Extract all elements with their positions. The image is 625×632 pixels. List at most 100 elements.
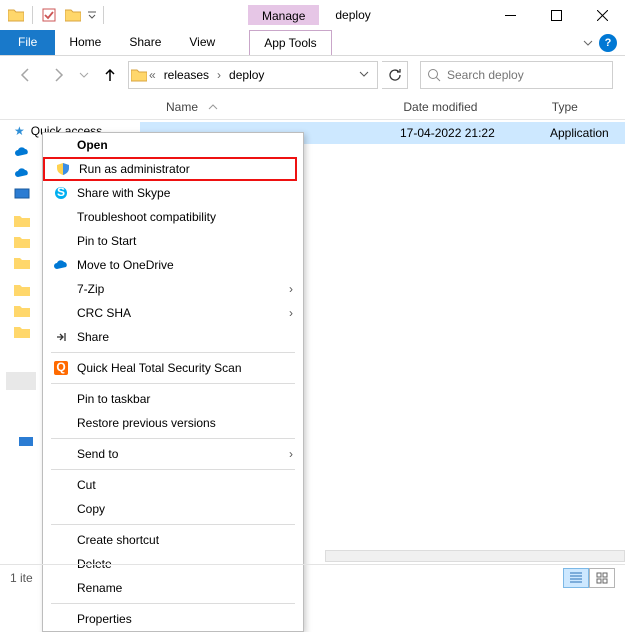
new-folder-icon[interactable] (61, 4, 85, 26)
breadcrumb-releases[interactable]: releases (158, 68, 215, 82)
menu-troubleshoot[interactable]: Troubleshoot compatibility (43, 205, 303, 229)
item-count: 1 ite (10, 571, 33, 585)
menu-crc-sha[interactable]: CRC SHA› (43, 301, 303, 325)
chevron-right-icon: › (289, 306, 293, 320)
network-icon (18, 436, 34, 448)
nav-item[interactable] (12, 279, 40, 300)
folder-icon (14, 214, 30, 228)
onedrive-icon (14, 167, 30, 179)
column-name-label: Name (166, 100, 198, 114)
back-button[interactable] (12, 61, 40, 89)
tab-share[interactable]: Share (115, 30, 175, 55)
ribbon-tabs: File Home Share View App Tools ? (0, 30, 625, 56)
details-view-button[interactable] (563, 568, 589, 588)
column-type[interactable]: Type (546, 100, 625, 114)
properties-icon[interactable] (37, 4, 61, 26)
folder-icon (131, 68, 147, 82)
folder-icon (14, 304, 30, 318)
minimize-button[interactable] (487, 0, 533, 30)
menu-quickheal[interactable]: Q Quick Heal Total Security Scan (43, 356, 303, 380)
quickheal-icon: Q (51, 361, 71, 375)
file-type: Application (550, 126, 609, 140)
folder-icon (14, 256, 30, 270)
nav-item[interactable] (12, 231, 40, 252)
tab-view[interactable]: View (175, 30, 229, 55)
monitor-icon (14, 188, 30, 200)
menu-restore[interactable]: Restore previous versions (43, 411, 303, 435)
nav-item[interactable] (12, 321, 40, 342)
onedrive-icon (51, 259, 71, 271)
view-mode-switcher (563, 568, 615, 588)
menu-pin-taskbar[interactable]: Pin to taskbar (43, 387, 303, 411)
nav-item[interactable] (12, 300, 40, 321)
divider (32, 6, 33, 24)
manage-tab-header[interactable]: Manage (248, 5, 319, 25)
menu-pin-start[interactable]: Pin to Start (43, 229, 303, 253)
svg-text:S: S (57, 186, 65, 199)
menu-onedrive[interactable]: Move to OneDrive (43, 253, 303, 277)
address-bar[interactable]: « releases › deploy (128, 61, 378, 89)
close-button[interactable] (579, 0, 625, 30)
nav-item[interactable] (18, 436, 34, 451)
nav-item[interactable] (12, 210, 40, 231)
menu-separator (51, 469, 295, 470)
column-name[interactable]: Name (160, 100, 397, 114)
menu-run-as-administrator[interactable]: Run as administrator (43, 157, 297, 181)
chevron-down-icon[interactable] (583, 38, 593, 48)
file-date: 17-04-2022 21:22 (400, 126, 550, 140)
folder-icon[interactable] (4, 4, 28, 26)
menu-separator (51, 383, 295, 384)
column-date[interactable]: Date modified (397, 100, 545, 114)
sort-indicator-icon (208, 102, 218, 112)
chevron-right-icon: › (289, 282, 293, 296)
breadcrumb-deploy[interactable]: deploy (223, 68, 270, 82)
window-controls (487, 0, 625, 30)
nav-item[interactable] (12, 252, 40, 273)
menu-separator (51, 352, 295, 353)
up-button[interactable] (96, 61, 124, 89)
tab-file[interactable]: File (0, 30, 55, 55)
menu-7zip[interactable]: 7-Zip› (43, 277, 303, 301)
help-button[interactable]: ? (599, 34, 617, 52)
quick-access-toolbar (0, 4, 99, 26)
nav-item[interactable] (12, 162, 40, 183)
window-title: deploy (319, 8, 370, 22)
menu-separator (51, 603, 295, 604)
horizontal-scrollbar[interactable] (325, 550, 625, 562)
tab-home[interactable]: Home (55, 30, 115, 55)
tab-app-tools[interactable]: App Tools (249, 30, 331, 55)
svg-text:Q: Q (56, 361, 65, 374)
qat-dropdown[interactable] (85, 4, 99, 26)
nav-item[interactable] (12, 141, 40, 162)
maximize-button[interactable] (533, 0, 579, 30)
folder-icon (14, 325, 30, 339)
forward-button[interactable] (44, 61, 72, 89)
icons-view-button[interactable] (589, 568, 615, 588)
menu-open[interactable]: Open (43, 133, 303, 157)
context-menu: Open Run as administrator S Share with S… (42, 132, 304, 632)
folder-icon (14, 283, 30, 297)
menu-properties[interactable]: Properties (43, 607, 303, 631)
shield-icon (53, 162, 73, 176)
menu-send-to[interactable]: Send to› (43, 442, 303, 466)
nav-item[interactable] (12, 183, 40, 204)
search-box[interactable] (420, 61, 613, 89)
skype-icon: S (51, 186, 71, 200)
menu-cut[interactable]: Cut (43, 473, 303, 497)
titlebar: Manage deploy (0, 0, 625, 30)
status-bar: 1 ite (0, 564, 625, 590)
menu-separator (51, 524, 295, 525)
menu-create-shortcut[interactable]: Create shortcut (43, 528, 303, 552)
menu-share-skype[interactable]: S Share with Skype (43, 181, 303, 205)
menu-copy[interactable]: Copy (43, 497, 303, 521)
recent-dropdown[interactable] (76, 61, 92, 89)
menu-share[interactable]: Share (43, 325, 303, 349)
chevron-right-icon[interactable]: « (147, 68, 158, 82)
refresh-button[interactable] (382, 61, 408, 89)
navigation-bar: « releases › deploy (0, 56, 625, 94)
menu-separator (51, 438, 295, 439)
search-input[interactable] (447, 68, 606, 82)
onedrive-icon (14, 146, 30, 158)
address-dropdown[interactable] (353, 68, 375, 82)
column-headers: Name Date modified Type (0, 94, 625, 120)
